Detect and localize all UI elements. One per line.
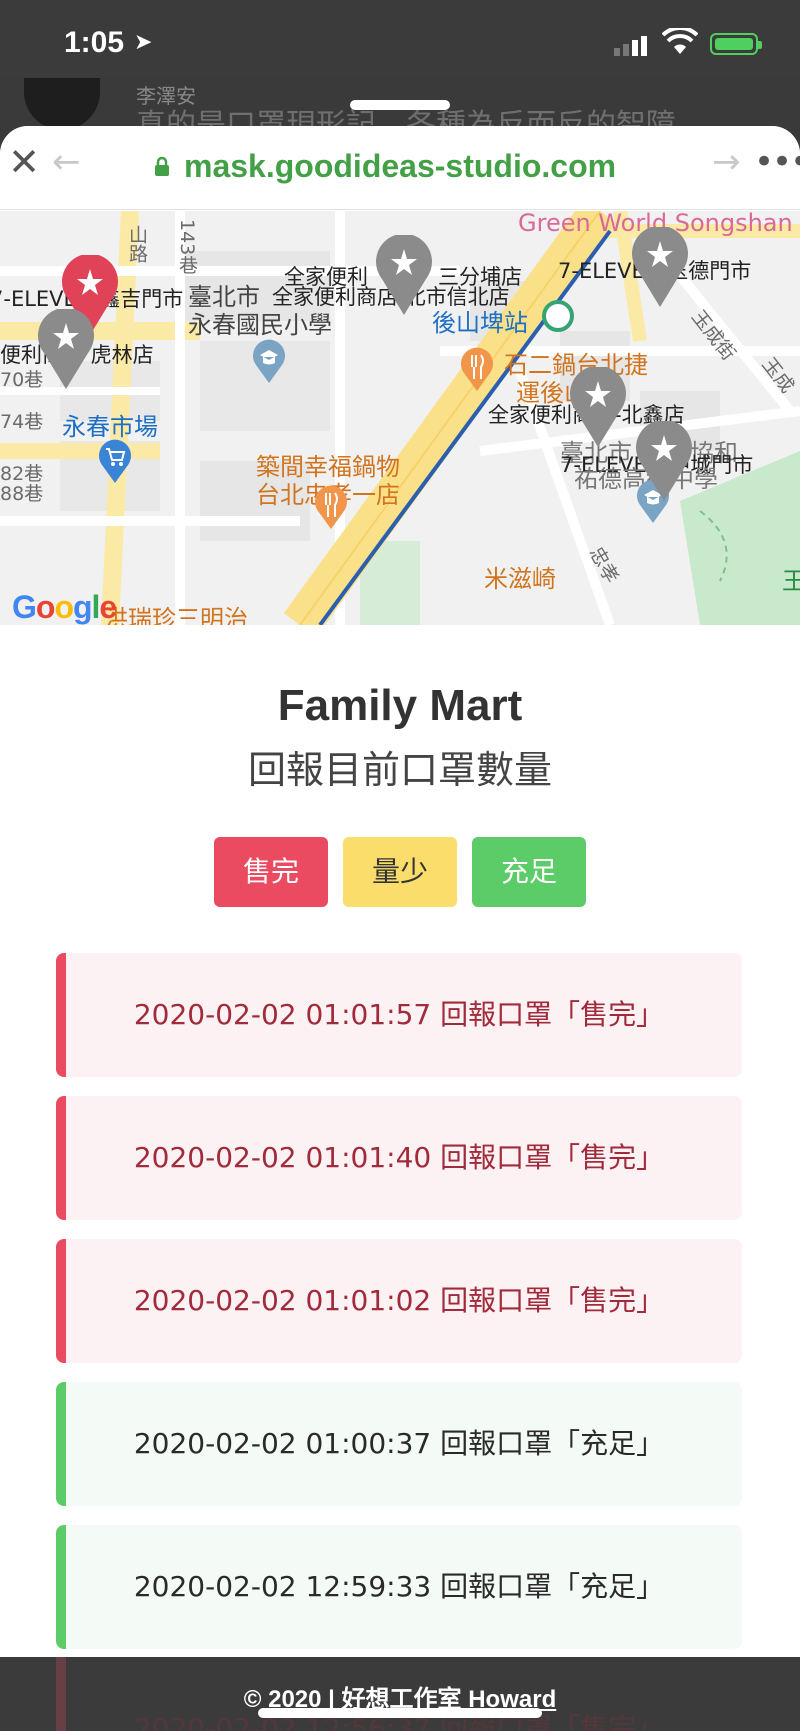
plenty-button[interactable]: 充足 (472, 837, 586, 907)
report-subtitle: 回報目前口罩數量 (247, 748, 552, 792)
store-pin[interactable] (632, 227, 688, 307)
store-pin[interactable] (376, 235, 432, 315)
report-text: 2020-02-02 01:01:40 回報口罩「售完」 (133, 1141, 665, 1174)
close-icon[interactable]: ✕ (4, 142, 44, 182)
map-label-alley-174: 74巷 (0, 411, 44, 433)
store-pin[interactable] (570, 367, 626, 447)
report-item: 2020-02-02 01:00:37 回報口罩「充足」 (56, 1382, 742, 1506)
map-label-hong-rui-zhen: 洪瑞珍三明治 (104, 605, 248, 625)
status-bar: 1:05 ➤ (0, 0, 800, 90)
map-label-alley-170: 70巷 (0, 369, 44, 391)
map-label-houshanpi-station: 後山埤站 (432, 309, 528, 337)
report-text: 2020-02-02 12:59:33 回報口罩「充足」 (133, 1570, 665, 1603)
report-item: 2020-02-02 01:01:02 回報口罩「售完」 (56, 1239, 742, 1363)
battery-charging-icon (710, 33, 762, 55)
report-item: 2020-02-02 12:59:33 回報口罩「充足」 (56, 1525, 742, 1649)
more-icon[interactable]: ••• (754, 142, 800, 182)
store-name: Family Mart (277, 681, 523, 730)
browser-nav-bar: ✕ ← mask.goodideas-studio.com → ••• (0, 126, 800, 210)
report-text: 2020-02-02 01:00:37 回報口罩「充足」 (133, 1427, 665, 1460)
report-text: 2020-02-02 01:01:02 回報口罩「售完」 (133, 1284, 665, 1317)
status-time: 1:05 (64, 26, 125, 59)
url-text[interactable]: mask.goodideas-studio.com (184, 148, 616, 185)
google-logo: Google (12, 589, 117, 625)
map-label-alley-88: 88巷 (0, 483, 44, 505)
report-item: 2020-02-02 01:01:40 回報口罩「售完」 (56, 1096, 742, 1220)
shopping-cart-icon (99, 439, 131, 483)
report-text: 2020-02-02 01:01:57 回報口罩「售完」 (133, 998, 665, 1031)
restaurant-icon-2 (315, 485, 347, 529)
map-label-mi-zi-qi: 米滋崎 (484, 565, 556, 593)
back-arrow-icon[interactable]: ← (52, 142, 88, 182)
browser-sheet: ✕ ← mask.goodideas-studio.com → ••• (0, 126, 800, 1657)
map-label-yongchun-market: 永春市場 (62, 413, 158, 441)
school-icon (253, 339, 285, 383)
map-label-yongchun-school: 永春國民小學 (188, 311, 332, 339)
forward-arrow-icon[interactable]: → (712, 142, 748, 182)
cellular-signal-icon (614, 36, 650, 56)
few-button[interactable]: 量少 (343, 837, 457, 907)
map[interactable]: Green World Songshan 山路 143巷 全家便利 三分埔店 7… (0, 211, 800, 625)
avatar (24, 78, 100, 130)
report-item: 2020-02-02 01:01:57 回報口罩「售完」 (56, 953, 742, 1077)
restaurant-icon (461, 347, 493, 391)
sheet-grabber[interactable] (350, 100, 450, 110)
location-arrow-icon: ➤ (134, 30, 153, 55)
lock-icon (155, 156, 169, 176)
store-pin[interactable] (636, 421, 692, 501)
report-item-partial: 2020-02-02 12:56:37 回報口罩「售完」 (56, 1657, 742, 1731)
store-pin[interactable] (38, 309, 94, 389)
home-indicator[interactable] (258, 1708, 542, 1718)
soldout-button[interactable]: 售完 (214, 837, 328, 907)
map-label-road: 山路 (126, 225, 148, 263)
map-label-wang: 王 (782, 567, 800, 595)
map-label-alley-143: 143巷 (176, 219, 198, 275)
wifi-icon (662, 28, 698, 54)
